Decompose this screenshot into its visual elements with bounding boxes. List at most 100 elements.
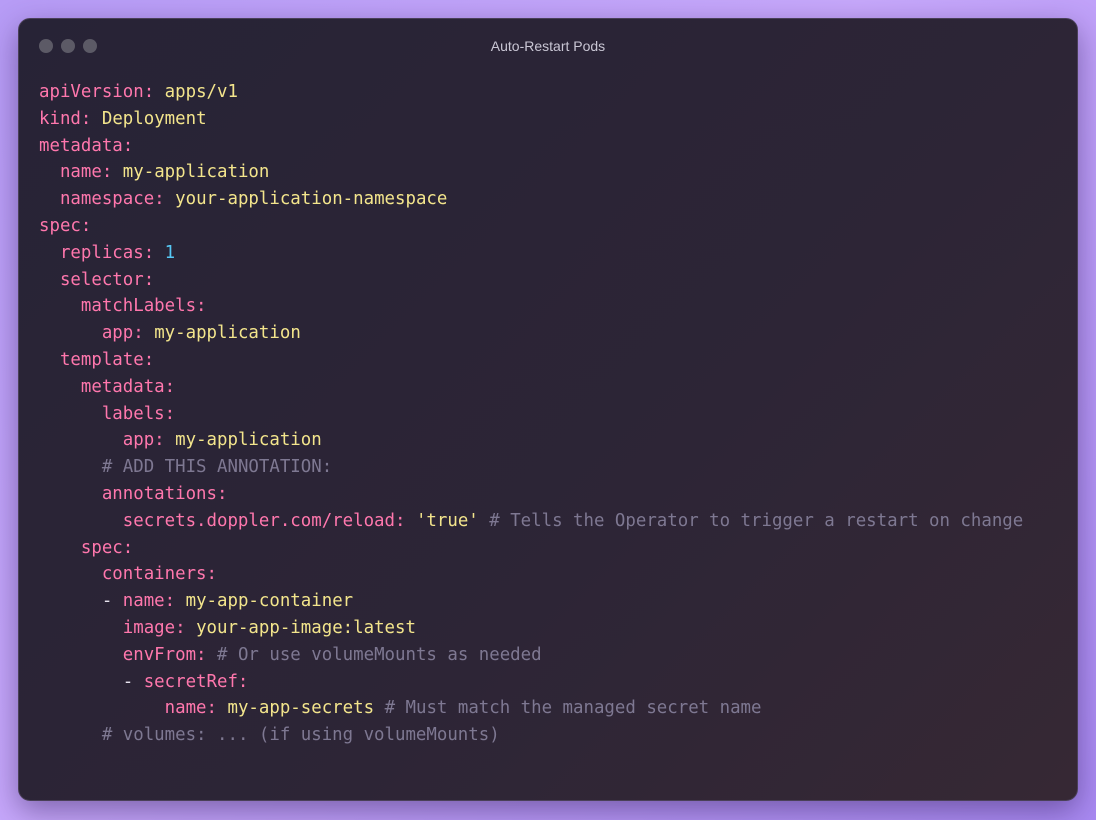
yaml-key: labels: bbox=[101, 403, 176, 424]
yaml-value: apps/v1 bbox=[164, 82, 238, 102]
yaml-key: app: bbox=[101, 323, 144, 344]
code-line: name: my-application bbox=[39, 159, 1023, 186]
yaml-key: envFrom: bbox=[122, 644, 207, 665]
yaml-key: image: bbox=[122, 617, 186, 638]
yaml-key: annotations: bbox=[101, 483, 228, 504]
code-line: - secretRef: bbox=[39, 669, 1023, 696]
yaml-key: spec: bbox=[80, 537, 134, 558]
yaml-value: my-application bbox=[175, 430, 322, 451]
yaml-value: your-app-image:latest bbox=[196, 617, 416, 638]
code-line: namespace: your-application-namespace bbox=[39, 186, 1023, 213]
yaml-key: metadata: bbox=[80, 376, 176, 397]
window-title: Auto-Restart Pods bbox=[490, 38, 606, 54]
yaml-value: my-app-container bbox=[185, 591, 354, 612]
yaml-key: secrets.doppler.com/reload: bbox=[122, 510, 406, 531]
yaml-key: selector: bbox=[59, 269, 155, 290]
code-line: matchLabels: bbox=[39, 293, 1023, 320]
code-line: spec: bbox=[39, 213, 1023, 240]
code-line: app: my-application bbox=[39, 427, 1023, 454]
code-line: metadata: bbox=[39, 374, 1023, 401]
yaml-key: template: bbox=[59, 349, 155, 370]
yaml-key: name: bbox=[59, 162, 113, 183]
yaml-value: my-application bbox=[154, 323, 301, 344]
yaml-comment: # Or use volumeMounts as needed bbox=[217, 644, 542, 665]
yaml-key: matchLabels: bbox=[80, 296, 207, 317]
code-line: - name: my-app-container bbox=[39, 588, 1023, 615]
code-whitespace: - bbox=[39, 671, 144, 692]
title-bar: Auto-Restart Pods bbox=[19, 19, 1077, 73]
code-line: apiVersion: apps/v1 bbox=[39, 79, 1023, 106]
yaml-comment: # volumes: ... (if using volumeMounts) bbox=[101, 725, 500, 746]
code-line: secrets.doppler.com/reload: 'true' # Tel… bbox=[39, 508, 1023, 535]
yaml-value: 'true' bbox=[415, 510, 479, 531]
code-line: # volumes: ... (if using volumeMounts) bbox=[39, 722, 1023, 749]
yaml-comment: # Must match the managed secret name bbox=[384, 698, 762, 719]
yaml-value: your-application-namespace bbox=[175, 189, 448, 210]
code-line: name: my-app-secrets # Must match the ma… bbox=[39, 695, 1023, 722]
yaml-key: name: bbox=[164, 698, 217, 719]
code-line: envFrom: # Or use volumeMounts as needed bbox=[39, 642, 1023, 669]
code-line: app: my-application bbox=[39, 320, 1023, 347]
yaml-key: app: bbox=[122, 430, 165, 451]
yaml-value: my-application bbox=[122, 162, 270, 183]
code-line: annotations: bbox=[39, 481, 1023, 508]
yaml-key: kind: bbox=[39, 108, 92, 129]
code-line: labels: bbox=[39, 401, 1023, 428]
yaml-value: my-app-secrets bbox=[227, 698, 375, 719]
yaml-key: namespace: bbox=[59, 189, 165, 210]
yaml-key: secretRef: bbox=[143, 671, 249, 692]
yaml-key: containers: bbox=[101, 564, 217, 585]
yaml-value: Deployment bbox=[101, 108, 207, 129]
code-window: Auto-Restart Pods apiVersion: apps/v1 kin… bbox=[18, 18, 1078, 801]
code-line: spec: bbox=[39, 535, 1023, 562]
yaml-key: name: bbox=[122, 591, 176, 612]
code-line: template: bbox=[39, 347, 1023, 374]
yaml-key: apiVersion: bbox=[39, 82, 155, 102]
yaml-key: spec: bbox=[39, 215, 92, 236]
code-line: replicas: 1 bbox=[39, 240, 1023, 267]
code-line: metadata: bbox=[39, 133, 1023, 160]
yaml-comment: # Tells the Operator to trigger a restar… bbox=[489, 510, 1024, 531]
yaml-key: metadata: bbox=[39, 135, 134, 156]
code-line: kind: Deployment bbox=[39, 106, 1023, 133]
code-whitespace: - bbox=[39, 591, 123, 612]
code-line: containers: bbox=[39, 561, 1023, 588]
code-line: # ADD THIS ANNOTATION: bbox=[39, 454, 1023, 481]
yaml-key: replicas: bbox=[59, 242, 155, 263]
yaml-comment: # ADD THIS ANNOTATION: bbox=[101, 457, 333, 478]
yaml-number: 1 bbox=[164, 242, 176, 263]
code-line: selector: bbox=[39, 267, 1023, 294]
